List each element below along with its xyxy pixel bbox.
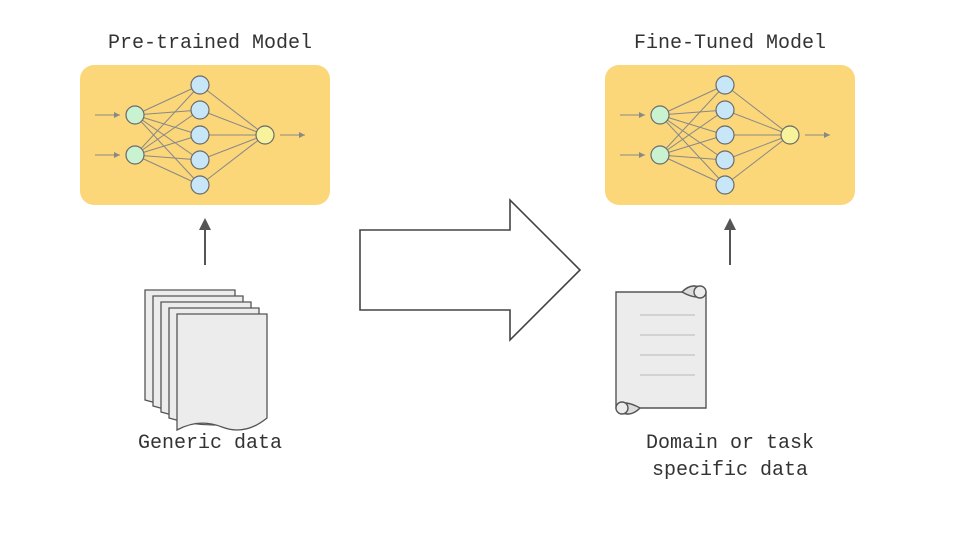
diagram-svg — [0, 0, 960, 540]
left-up-arrow-icon — [199, 218, 211, 265]
diagram-root: Pre-trained Model Fine-Tuned Model Gener… — [0, 0, 960, 540]
right-model — [605, 65, 855, 205]
right-up-arrow-icon — [724, 218, 736, 265]
scroll-icon — [616, 286, 706, 414]
left-model — [80, 65, 330, 205]
transfer-arrow-icon — [360, 200, 580, 340]
document-stack-icon — [145, 290, 267, 430]
